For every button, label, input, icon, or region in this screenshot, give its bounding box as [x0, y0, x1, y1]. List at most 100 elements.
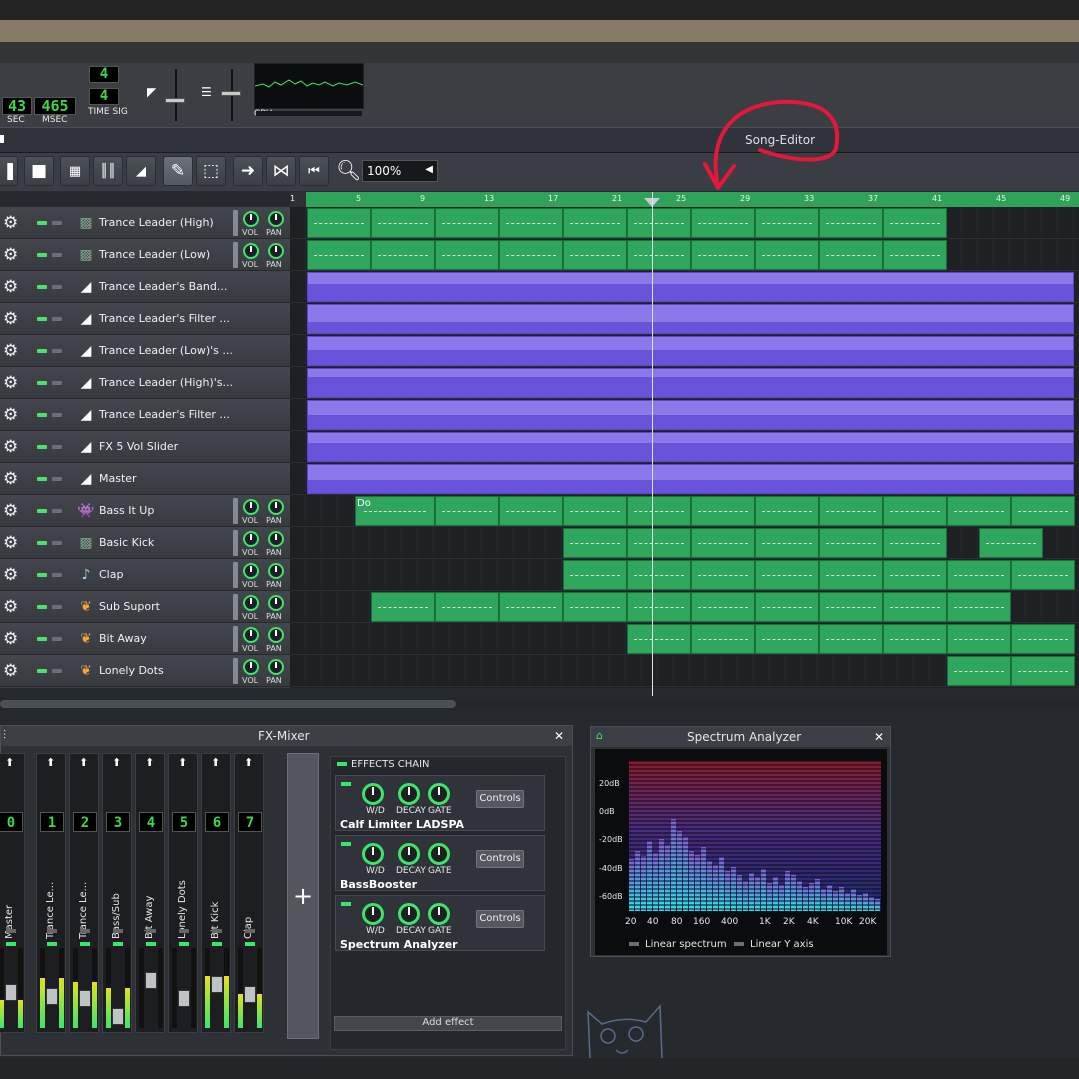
master-pitch-handle[interactable] [221, 91, 241, 96]
pan-knob[interactable] [268, 659, 284, 675]
solo-led[interactable] [52, 605, 62, 609]
effect-controls-button[interactable]: Controls [476, 910, 524, 928]
track-lane[interactable] [290, 303, 1079, 335]
draw-mode-button[interactable]: ✎ [163, 156, 193, 186]
send-arrow-icon[interactable]: ⬆ [112, 756, 121, 769]
pattern-clip[interactable] [627, 208, 691, 238]
gear-icon[interactable]: ⚙ [3, 213, 18, 233]
pattern-clip[interactable] [1011, 496, 1075, 526]
master-volume-handle[interactable] [165, 98, 185, 103]
automation-clip[interactable] [307, 400, 1074, 430]
pattern-clip[interactable] [371, 592, 435, 622]
gear-icon[interactable]: ⚙ [3, 309, 18, 329]
pattern-clip[interactable] [819, 496, 883, 526]
window-menu-icon[interactable] [0, 135, 4, 143]
pattern-clip[interactable] [563, 496, 627, 526]
mixer-channel[interactable]: ⬆ 2 Trance Le... [69, 753, 99, 1033]
pattern-clip[interactable] [819, 528, 883, 558]
pattern-clip[interactable] [627, 624, 691, 654]
pattern-clip[interactable] [755, 560, 819, 590]
mixer-channel[interactable]: ⬆ 1 Trance Le... [36, 753, 66, 1033]
pattern-clip[interactable] [435, 240, 499, 270]
mute-led[interactable] [37, 541, 47, 545]
track-lane[interactable] [290, 207, 1079, 239]
pattern-clip[interactable] [627, 240, 691, 270]
master-volume-slider[interactable] [175, 69, 177, 121]
pan-knob[interactable] [268, 595, 284, 611]
gear-icon[interactable]: ⚙ [3, 405, 18, 425]
mixer-channel[interactable]: ⬆ 6 Bit Kick [201, 753, 231, 1033]
pattern-clip[interactable] [883, 528, 947, 558]
mute-led[interactable] [37, 637, 47, 641]
track-name[interactable]: FX 5 Vol Slider [99, 440, 178, 453]
pattern-clip[interactable] [883, 560, 947, 590]
mute-led[interactable] [37, 413, 47, 417]
pattern-clip[interactable] [499, 592, 563, 622]
track-row[interactable]: ⚙ ▩ Trance Leader (High) VOL PAN [0, 207, 290, 239]
effect-knob[interactable] [428, 903, 450, 925]
send-arrow-icon[interactable]: ⬆ [46, 756, 55, 769]
channel-name[interactable]: Lonely Dots [177, 844, 193, 939]
pattern-clip[interactable] [947, 592, 1011, 622]
add-effect-button[interactable]: Add effect [334, 1016, 562, 1031]
track-name[interactable]: Basic Kick [99, 536, 154, 549]
track-lane[interactable] [290, 527, 1079, 559]
pattern-clip[interactable] [435, 208, 499, 238]
pattern-clip[interactable] [819, 624, 883, 654]
track-lane[interactable] [290, 367, 1079, 399]
pattern-clip[interactable] [691, 496, 755, 526]
solo-led[interactable] [80, 929, 90, 933]
track-lane[interactable] [290, 591, 1079, 623]
effect-enable-led[interactable] [341, 902, 351, 906]
track-name[interactable]: Lonely Dots [99, 664, 164, 677]
track-name[interactable]: Trance Leader (Low) [99, 248, 210, 261]
effect-knob[interactable] [362, 843, 384, 865]
mute-led[interactable] [37, 669, 47, 673]
pattern-clip[interactable] [499, 208, 563, 238]
mute-led[interactable] [37, 573, 47, 577]
pan-knob[interactable] [268, 243, 284, 259]
pattern-clip[interactable] [819, 592, 883, 622]
pattern-clip[interactable] [947, 560, 1011, 590]
track-name[interactable]: Bit Away [99, 632, 147, 645]
track-row[interactable]: ⚙ ❦ Sub Suport VOL PAN [0, 591, 290, 623]
effect-knob[interactable] [428, 843, 450, 865]
scrollbar-handle[interactable] [0, 700, 456, 708]
mute-led[interactable] [37, 317, 47, 321]
edit-mode-button[interactable]: ⬚ [196, 156, 226, 186]
pattern-clip[interactable] [371, 208, 435, 238]
horizontal-scrollbar[interactable] [0, 698, 1079, 710]
automation-clip[interactable] [307, 304, 1074, 334]
gear-icon[interactable]: ⚙ [3, 533, 18, 553]
pattern-clip[interactable] [435, 592, 499, 622]
track-row[interactable]: ⚙ ♪ Clap VOL PAN [0, 559, 290, 591]
pattern-clip[interactable] [691, 624, 755, 654]
channel-name[interactable]: Bit Kick [210, 844, 226, 939]
solo-led[interactable] [47, 929, 57, 933]
track-row[interactable]: ⚙ ◢ FX 5 Vol Slider [0, 431, 290, 463]
pattern-clip[interactable] [627, 496, 691, 526]
pan-knob[interactable] [268, 499, 284, 515]
pattern-clip[interactable] [627, 528, 691, 558]
channel-name[interactable]: Clap [243, 844, 259, 939]
track-name[interactable]: Trance Leader's Band... [99, 280, 227, 293]
close-icon[interactable]: ✕ [874, 730, 884, 744]
track-lane[interactable] [290, 655, 1079, 687]
pattern-clip[interactable] [691, 560, 755, 590]
track-row[interactable]: ⚙ ❦ Bit Away VOL PAN [0, 623, 290, 655]
pattern-clip[interactable] [627, 560, 691, 590]
pattern-clip[interactable] [307, 240, 371, 270]
solo-led[interactable] [52, 541, 62, 545]
automation-clip[interactable] [307, 272, 1074, 302]
volume-knob[interactable] [243, 531, 259, 547]
pattern-clip[interactable] [883, 496, 947, 526]
mute-led[interactable] [47, 942, 57, 946]
effect-slot[interactable]: W/D DECAY GATE Controls Calf Limiter LADSPA [335, 775, 545, 831]
pattern-clip[interactable] [691, 208, 755, 238]
solo-led[interactable] [52, 509, 62, 513]
effect-enable-led[interactable] [341, 842, 351, 846]
automation-clip[interactable] [307, 464, 1074, 494]
pattern-clip[interactable] [755, 528, 819, 558]
track-lane[interactable] [290, 271, 1079, 303]
track-name[interactable]: Clap [99, 568, 123, 581]
